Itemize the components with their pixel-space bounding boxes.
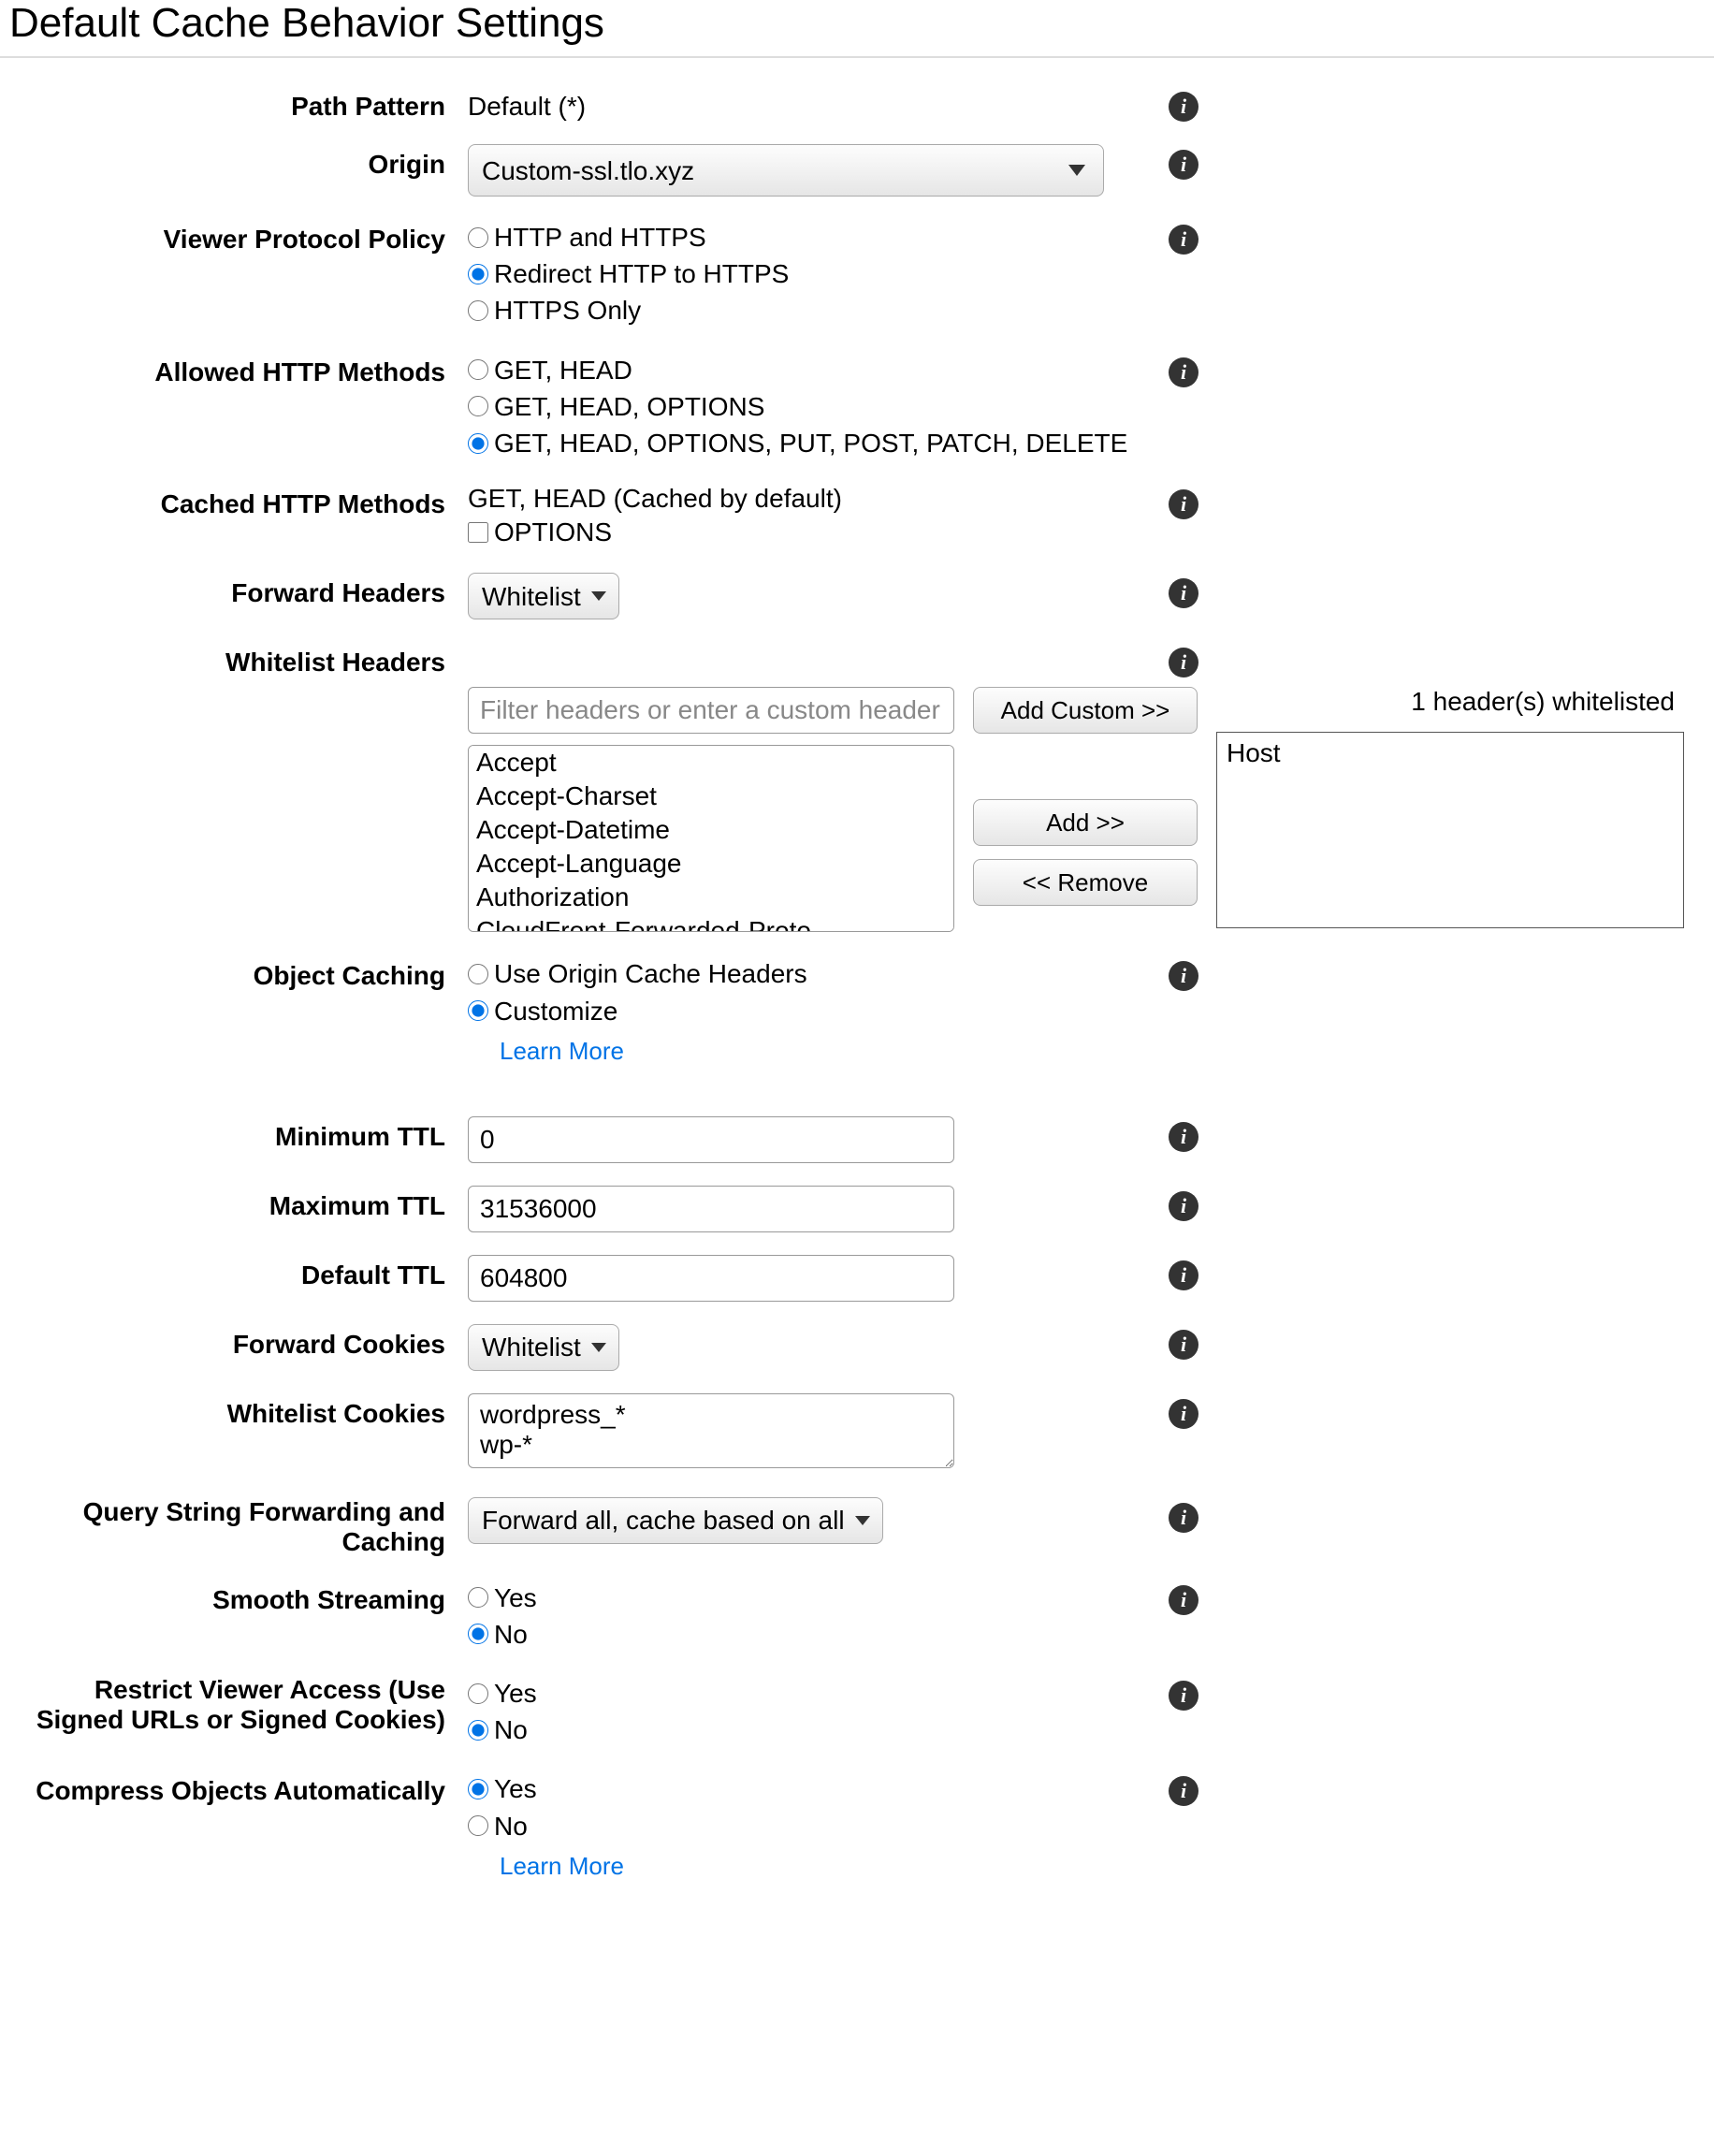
radio-label: HTTP and HTTPS — [494, 219, 706, 255]
path-pattern-value: Default (*) — [468, 86, 1151, 122]
info-icon[interactable]: i — [1169, 357, 1198, 387]
label-allowed-methods: Allowed HTTP Methods — [0, 352, 468, 387]
radio-label: Yes — [494, 1770, 537, 1807]
label-compress: Compress Objects Automatically — [0, 1770, 468, 1806]
label-origin: Origin — [0, 144, 468, 180]
radio-redirect-http-https[interactable] — [468, 264, 488, 284]
whitelist-cookies-input[interactable]: wordpress_* wp-* — [468, 1393, 954, 1468]
radio-restrict-no[interactable] — [468, 1720, 488, 1741]
label-forward-headers: Forward Headers — [0, 573, 468, 608]
available-headers-list[interactable]: Accept Accept-Charset Accept-Datetime Ac… — [468, 745, 954, 932]
radio-label: GET, HEAD, OPTIONS — [494, 388, 764, 425]
label-whitelist-headers: Whitelist Headers — [0, 642, 468, 677]
learn-more-link[interactable]: Learn More — [500, 1037, 624, 1066]
radio-label: Yes — [494, 1580, 537, 1616]
cached-default-text: GET, HEAD (Cached by default) — [468, 484, 1151, 514]
info-icon[interactable]: i — [1169, 1330, 1198, 1360]
info-icon[interactable]: i — [1169, 150, 1198, 180]
whitelisted-headers-box[interactable]: Host — [1216, 732, 1684, 928]
add-custom-button[interactable]: Add Custom >> — [973, 687, 1198, 734]
info-icon[interactable]: i — [1169, 648, 1198, 677]
radio-label: HTTPS Only — [494, 292, 641, 328]
radio-label: Use Origin Cache Headers — [494, 955, 807, 992]
label-default-ttl: Default TTL — [0, 1255, 468, 1290]
info-icon[interactable]: i — [1169, 225, 1198, 255]
info-icon[interactable]: i — [1169, 1503, 1198, 1533]
remove-header-button[interactable]: << Remove — [973, 859, 1198, 906]
label-query-string: Query String Forwarding and Caching — [0, 1497, 468, 1557]
radio-label: No — [494, 1616, 528, 1653]
radio-label: Yes — [494, 1675, 537, 1712]
radio-all-methods[interactable] — [468, 433, 488, 454]
radio-https-only[interactable] — [468, 300, 488, 321]
radio-label: No — [494, 1712, 528, 1748]
info-icon[interactable]: i — [1169, 961, 1198, 991]
info-icon[interactable]: i — [1169, 1399, 1198, 1429]
label-smooth-streaming: Smooth Streaming — [0, 1580, 468, 1615]
radio-label: Redirect HTTP to HTTPS — [494, 255, 789, 292]
info-icon[interactable]: i — [1169, 1260, 1198, 1290]
whitelist-count: 1 header(s) whitelisted — [1216, 687, 1684, 717]
info-icon[interactable]: i — [1169, 1681, 1198, 1711]
radio-origin-headers[interactable] — [468, 964, 488, 984]
info-icon[interactable]: i — [1169, 1191, 1198, 1221]
radio-get-head-options[interactable] — [468, 396, 488, 416]
label-whitelist-cookies: Whitelist Cookies — [0, 1393, 468, 1429]
radio-customize[interactable] — [468, 1000, 488, 1021]
add-header-button[interactable]: Add >> — [973, 799, 1198, 846]
default-ttl-input[interactable] — [468, 1255, 954, 1302]
query-string-select[interactable]: Forward all, cache based on all — [468, 1497, 883, 1544]
info-icon[interactable]: i — [1169, 1122, 1198, 1152]
info-icon[interactable]: i — [1169, 92, 1198, 122]
section-divider — [0, 56, 1714, 58]
radio-label: Customize — [494, 993, 617, 1029]
radio-restrict-yes[interactable] — [468, 1683, 488, 1704]
origin-select[interactable]: Custom-ssl.tlo.xyz — [468, 144, 1104, 197]
radio-smooth-yes[interactable] — [468, 1587, 488, 1608]
label-object-caching: Object Caching — [0, 955, 468, 991]
info-icon[interactable]: i — [1169, 489, 1198, 519]
forward-headers-select[interactable]: Whitelist — [468, 573, 619, 619]
label-max-ttl: Maximum TTL — [0, 1186, 468, 1221]
radio-http-and-https[interactable] — [468, 227, 488, 248]
radio-label: GET, HEAD, OPTIONS, PUT, POST, PATCH, DE… — [494, 425, 1127, 461]
learn-more-link[interactable]: Learn More — [500, 1852, 624, 1881]
label-cached-methods: Cached HTTP Methods — [0, 484, 468, 519]
filter-headers-input[interactable] — [468, 687, 954, 734]
label-forward-cookies: Forward Cookies — [0, 1324, 468, 1360]
info-icon[interactable]: i — [1169, 1776, 1198, 1806]
label-viewer-protocol: Viewer Protocol Policy — [0, 219, 468, 255]
radio-label: GET, HEAD — [494, 352, 632, 388]
radio-compress-yes[interactable] — [468, 1779, 488, 1799]
radio-smooth-no[interactable] — [468, 1624, 488, 1644]
max-ttl-input[interactable] — [468, 1186, 954, 1232]
label-min-ttl: Minimum TTL — [0, 1116, 468, 1152]
radio-label: No — [494, 1808, 528, 1844]
label-path-pattern: Path Pattern — [0, 86, 468, 122]
checkbox-label: OPTIONS — [494, 514, 612, 550]
info-icon[interactable]: i — [1169, 1585, 1198, 1615]
min-ttl-input[interactable] — [468, 1116, 954, 1163]
forward-cookies-select[interactable]: Whitelist — [468, 1324, 619, 1371]
radio-get-head[interactable] — [468, 359, 488, 380]
radio-compress-no[interactable] — [468, 1815, 488, 1836]
label-restrict-viewer: Restrict Viewer Access (Use Signed URLs … — [0, 1675, 468, 1735]
info-icon[interactable]: i — [1169, 578, 1198, 608]
page-title: Default Cache Behavior Settings — [9, 0, 1714, 47]
checkbox-options[interactable] — [468, 522, 488, 543]
whitelisted-header-item[interactable]: Host — [1227, 738, 1674, 768]
